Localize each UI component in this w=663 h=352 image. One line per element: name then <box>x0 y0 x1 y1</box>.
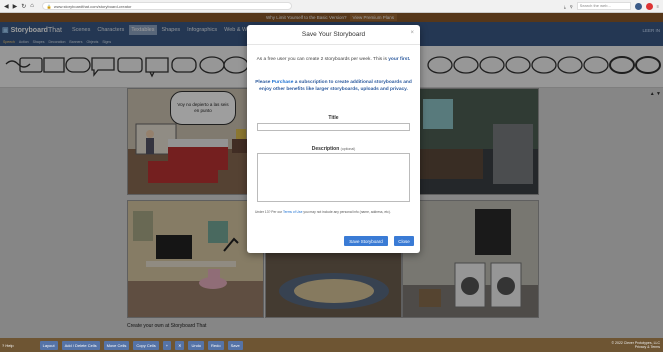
forward-icon[interactable]: ▶ <box>13 3 18 10</box>
search-engine-icon[interactable]: ⚲ <box>570 4 573 9</box>
terms-of-use-link[interactable]: Terms of Use <box>283 210 302 214</box>
optional-hint: (optional) <box>340 147 356 151</box>
save-storyboard-button[interactable]: Save Storyboard <box>344 236 388 246</box>
address-bar[interactable]: 🔒 www.storyboardthat.com/storyboard-crea… <box>41 2 292 10</box>
purchase-link[interactable]: Purchase <box>272 80 294 85</box>
reload-icon[interactable]: ↻ <box>21 3 26 10</box>
purchase-prefix: Please <box>255 80 271 85</box>
description-field[interactable] <box>257 153 410 202</box>
profile-icon[interactable] <box>634 2 642 10</box>
download-icon[interactable]: ⤓ <box>564 4 566 9</box>
dialog-title: Save Your Storyboard <box>247 25 420 45</box>
redo-button[interactable]: Redo <box>208 340 224 350</box>
help-icon: ? <box>2 342 5 348</box>
limit-emphasis: your first. <box>388 57 411 62</box>
home-icon[interactable]: ⌂ <box>30 3 34 9</box>
url-text: www.storyboardthat.com/storyboard-creato… <box>53 3 132 9</box>
close-button[interactable]: Close <box>394 236 414 246</box>
layout-button[interactable]: Layout <box>39 340 58 350</box>
help-button[interactable]: ? Help <box>2 343 14 348</box>
copyright: © 2022 Clever Prototypes, LLC Privacy & … <box>612 341 663 350</box>
limit-text: As a free user you can create 2 storyboa… <box>256 57 387 62</box>
free-user-limit-text: As a free user you can create 2 storyboa… <box>255 57 412 64</box>
delete-icon[interactable]: ✕ <box>175 340 185 350</box>
terms-text: you may not include any personal info (n… <box>303 210 391 214</box>
description-label: Description (optional) <box>247 146 420 152</box>
bottom-toolbar: ? Help Layout Add / Delete Cells Move Ce… <box>0 338 663 352</box>
copy-cells-button[interactable]: Copy Cells <box>133 340 159 350</box>
add-cell-button[interactable]: + <box>162 340 172 350</box>
description-label-text: Description <box>311 146 340 152</box>
terms-notice: Under 13? Per our Terms of Use you may n… <box>255 210 412 215</box>
extension-icon[interactable] <box>645 2 653 10</box>
close-icon[interactable]: × <box>410 30 414 36</box>
move-cells-button[interactable]: Move Cells <box>103 340 130 350</box>
title-field[interactable] <box>257 123 410 131</box>
menu-icon[interactable]: ≡ <box>657 4 659 9</box>
save-button[interactable]: Save <box>227 340 243 350</box>
title-label: Title <box>328 115 339 121</box>
undo-button[interactable]: Undo <box>188 340 205 350</box>
browser-toolbar: ◀ ▶ ↻ ⌂ 🔒 www.storyboardthat.com/storybo… <box>0 0 663 13</box>
add-delete-cells-button[interactable]: Add / Delete Cells <box>61 340 100 350</box>
privacy-terms-link[interactable]: Privacy & Terms <box>612 345 660 350</box>
browser-tools: ⤓ ⚲ Search the web... ≡ <box>564 2 659 10</box>
help-label: Help <box>5 342 14 348</box>
browser-search-input[interactable]: Search the web... <box>576 2 631 10</box>
back-icon[interactable]: ◀ <box>4 3 9 10</box>
lock-icon: 🔒 <box>46 3 52 9</box>
save-storyboard-dialog: Save Your Storyboard × As a free user yo… <box>247 25 420 253</box>
purchase-notice: Please Purchase a subscription to create… <box>255 80 412 93</box>
terms-prefix: Under 13? Per our <box>255 210 283 214</box>
